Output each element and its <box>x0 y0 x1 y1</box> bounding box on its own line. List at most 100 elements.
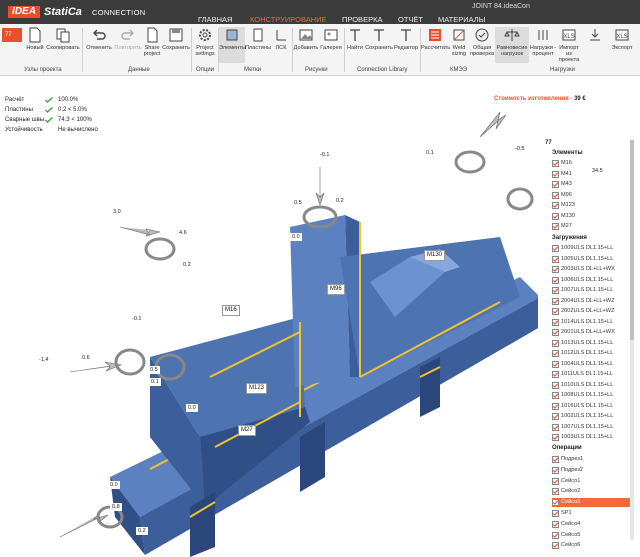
tree-item[interactable]: Сейсо5 <box>552 531 632 540</box>
checkbox-icon[interactable] <box>552 423 559 431</box>
checkbox-icon[interactable] <box>552 339 559 347</box>
tree-item[interactable]: 1016ULS DL1.15+LL <box>552 402 632 411</box>
checkbox-icon[interactable] <box>552 308 559 315</box>
tree-item[interactable]: Подрез1 <box>552 455 632 464</box>
tree-item[interactable]: 2004ULS DL+LL+WZ <box>552 297 632 306</box>
checkbox-icon[interactable] <box>552 360 559 368</box>
undo-button[interactable]: Отменить <box>84 27 114 63</box>
project-settings-button[interactable]: Project settings <box>193 27 217 63</box>
tree-item[interactable]: 1012ULS DL1.15+LL <box>552 349 632 358</box>
checkbox-icon[interactable] <box>552 318 559 326</box>
project-selector[interactable]: 77 <box>2 28 22 42</box>
tree-root[interactable]: 77 <box>545 140 552 146</box>
member-label-m16[interactable]: M16 <box>222 305 240 316</box>
tree-scrollbar-thumb[interactable] <box>630 140 634 340</box>
tree-item[interactable]: 1014ULS DL1.15+LL <box>552 318 632 327</box>
tree-section-elements[interactable]: Элементы <box>552 150 583 156</box>
tree-item[interactable]: M27 <box>552 222 632 231</box>
tree-item[interactable]: M41 <box>552 170 632 179</box>
checkbox-icon[interactable] <box>552 160 559 167</box>
tree-item[interactable]: 1005ULS DL1.15+LL <box>552 255 632 264</box>
find-button[interactable]: Найти <box>345 27 365 63</box>
checkbox-icon[interactable] <box>552 477 559 485</box>
tree-section-loads[interactable]: Загружения <box>552 235 587 241</box>
share-project-button[interactable]: Share project <box>142 27 162 63</box>
tree-item[interactable]: 1009ULS DL1.15+LL <box>552 244 632 253</box>
tree-item[interactable]: Сейсо6 <box>552 541 632 550</box>
tree-item[interactable]: M130 <box>552 212 632 221</box>
checkbox-icon[interactable] <box>552 456 559 463</box>
checkbox-icon[interactable] <box>552 276 559 284</box>
tree-item[interactable]: 1002ULS DL1.15+LL <box>552 412 632 421</box>
checkbox-icon[interactable] <box>552 202 559 209</box>
checkbox-icon[interactable] <box>552 466 559 474</box>
tree-item[interactable]: SP1 <box>552 509 632 518</box>
tree-item[interactable]: 1013ULS DL1.15+LL <box>552 339 632 348</box>
checkbox-icon[interactable] <box>552 381 559 389</box>
tree-item[interactable]: Сейсо3 <box>552 498 632 508</box>
member-label-m27[interactable]: M27 <box>238 425 256 436</box>
member-label-m130[interactable]: M130 <box>424 250 446 261</box>
tree-item[interactable]: 1007ULS DL1.15+LL <box>552 423 632 432</box>
checkbox-icon[interactable] <box>552 371 559 378</box>
save-to-library-button[interactable]: Сохранить <box>365 27 393 63</box>
tree-item[interactable]: 1003ULS DL1.15+LL <box>552 433 632 442</box>
checkbox-icon[interactable] <box>552 434 559 441</box>
redo-button[interactable]: Повторить <box>114 27 142 63</box>
checkbox-icon[interactable] <box>552 413 559 420</box>
save-button[interactable]: Сохранить <box>162 27 190 63</box>
tree-item[interactable]: Сейсо2 <box>552 487 632 496</box>
loads-percent-button[interactable]: Нагрузки - процент <box>529 27 557 63</box>
tree-section-operations[interactable]: Операции <box>552 445 582 451</box>
tree-item[interactable]: Подрез2 <box>552 466 632 475</box>
copy-button[interactable]: Скопировать <box>46 27 80 63</box>
checkbox-icon[interactable] <box>552 350 559 357</box>
plates-button[interactable]: Пластины <box>245 27 271 63</box>
checkbox-icon[interactable] <box>552 223 559 230</box>
tree-item[interactable]: M43 <box>552 180 632 189</box>
equilibrium-button[interactable]: Равновесие нагрузок <box>495 27 529 63</box>
checkbox-icon[interactable] <box>552 245 559 252</box>
checkbox-icon[interactable] <box>552 212 559 220</box>
checkbox-icon[interactable] <box>552 520 559 528</box>
member-label-m96[interactable]: M96 <box>327 284 345 295</box>
tree-item[interactable]: M16 <box>552 159 632 168</box>
new-button[interactable]: Новый <box>24 27 46 63</box>
tree-item[interactable]: 2001ULS DL+LL+WX <box>552 328 632 337</box>
checkbox-icon[interactable] <box>552 191 559 199</box>
checkbox-icon[interactable] <box>552 402 559 410</box>
import-xls-button[interactable]: XLS Импорт из проекта <box>557 27 581 63</box>
checkbox-icon[interactable] <box>552 510 559 517</box>
checkbox-icon[interactable] <box>552 392 559 399</box>
checkbox-icon[interactable] <box>552 297 559 305</box>
tree-item[interactable]: 1007ULS DL1.15+LL <box>552 286 632 295</box>
tree-item[interactable]: 1006ULS DL1.15+LL <box>552 276 632 285</box>
tree-item[interactable]: Сейсо1 <box>552 477 632 486</box>
gallery-button[interactable]: Галерея <box>319 27 343 63</box>
tree-item[interactable]: M96 <box>552 191 632 200</box>
checkbox-icon[interactable] <box>552 181 559 188</box>
tree-item[interactable]: 1011ULS DL1.15+LL <box>552 370 632 379</box>
tree-item[interactable]: 2002ULS DL+LL+WZ <box>552 307 632 316</box>
overall-check-button[interactable]: Общая проверка <box>469 27 495 63</box>
tree-item[interactable]: 2003ULS DL+LL+WX <box>552 265 632 274</box>
checkbox-icon[interactable] <box>552 542 559 550</box>
tree-item[interactable]: 1010ULS DL1.15+LL <box>552 381 632 390</box>
lcs-button[interactable]: ЛСК <box>271 27 291 63</box>
export-xls-button[interactable]: XLS Экспорт <box>609 27 635 63</box>
tree-item[interactable]: Сейсо4 <box>552 520 632 529</box>
checkbox-icon[interactable] <box>552 499 559 507</box>
tree-item[interactable]: 1008ULS DL1.15+LL <box>552 391 632 400</box>
checkbox-icon[interactable] <box>552 329 559 336</box>
checkbox-icon[interactable] <box>552 170 559 178</box>
checkbox-icon[interactable] <box>552 287 559 294</box>
editor-button[interactable]: Редактор <box>393 27 419 63</box>
3d-viewport[interactable]: M16 M96 M130 M123 M27 0.1 34.5 -0.1 0.2 … <box>0 77 634 557</box>
tree-item[interactable]: M123 <box>552 201 632 210</box>
import-project-button[interactable] <box>583 27 607 63</box>
tree-item[interactable]: 1004ULS DL1.15+LL <box>552 360 632 369</box>
elements-button[interactable]: Элементы <box>219 27 246 63</box>
checkbox-icon[interactable] <box>552 255 559 263</box>
weld-sizing-button[interactable]: Weld sizing <box>449 27 469 63</box>
checkbox-icon[interactable] <box>552 488 559 496</box>
